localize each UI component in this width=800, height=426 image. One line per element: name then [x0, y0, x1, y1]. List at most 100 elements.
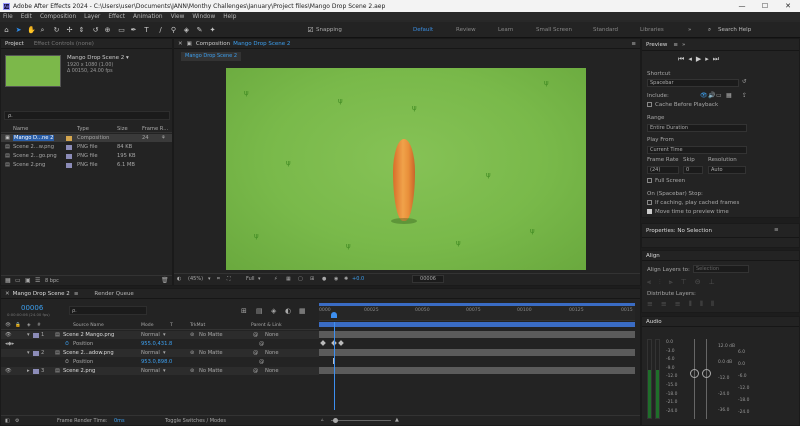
- fast-previews-icon[interactable]: ⚡: [274, 276, 278, 282]
- project-item-row[interactable]: ▤ Scene 2...w.png PNG file 84 KB: [1, 143, 172, 151]
- layer-label-color[interactable]: [33, 332, 39, 338]
- layer-name[interactable]: Scene 2.png: [63, 368, 95, 374]
- skip-input[interactable]: 0: [683, 166, 703, 174]
- project-tab[interactable]: Project: [5, 41, 24, 47]
- resolution-select[interactable]: Full: [246, 276, 255, 282]
- align-right-icon[interactable]: ⫸: [669, 278, 681, 286]
- distribute-vcenter-icon[interactable]: ≡: [661, 300, 675, 308]
- layer-matte[interactable]: No Matte: [199, 350, 223, 356]
- column-t[interactable]: T: [170, 323, 173, 328]
- new-folder-icon[interactable]: ▭: [15, 277, 21, 284]
- anchor-tool-icon[interactable]: ⊕: [104, 26, 111, 34]
- audio-slider-left[interactable]: [690, 369, 699, 378]
- visibility-icon[interactable]: 👁: [5, 332, 12, 338]
- snapping-checkbox[interactable]: ☑: [307, 26, 314, 34]
- visibility-icon[interactable]: 👁: [5, 368, 12, 374]
- layer-name[interactable]: Scene 2 Mango.png: [63, 332, 114, 338]
- eraser-tool-icon[interactable]: ◈: [183, 26, 190, 34]
- menu-composition[interactable]: Composition: [40, 14, 76, 20]
- align-top-icon[interactable]: ⊤: [681, 278, 695, 286]
- comp-flowchart-icon[interactable]: ⊞: [241, 307, 247, 315]
- timeline-tab[interactable]: Mango Drop Scene 2: [13, 291, 70, 297]
- video-icon[interactable]: 👁: [700, 92, 708, 99]
- expand-icon[interactable]: »: [682, 42, 685, 48]
- roto-brush-icon[interactable]: ✎: [196, 26, 203, 34]
- track-bar-layer-1[interactable]: [319, 331, 635, 338]
- workspace-libraries[interactable]: Libraries: [640, 27, 664, 33]
- range-select[interactable]: Entire Duration: [647, 124, 747, 132]
- chevron-down-icon[interactable]: ▾: [163, 332, 166, 338]
- track-area[interactable]: [319, 322, 635, 412]
- maximize-button[interactable]: ☐: [754, 0, 776, 12]
- distribute-hcenter-icon[interactable]: ⦀: [700, 300, 711, 308]
- layer-row-1[interactable]: 👁 ▾ 1 ▤ Scene 2 Mango.png Normal ▾ ⊚ No …: [1, 331, 319, 339]
- timeline-search-input[interactable]: ρ.: [69, 306, 147, 315]
- adjust-icon[interactable]: ☰: [35, 277, 40, 284]
- clone-tool-icon[interactable]: ⚲: [170, 26, 177, 34]
- project-item-row[interactable]: ▤ Scene 2.png PNG file 6.1 MB: [1, 161, 172, 169]
- project-item-row[interactable]: ▣ Mango D...ne 2 Composition 24 ⚘: [1, 134, 172, 142]
- cache-before-playback[interactable]: Cache Before Playback: [647, 102, 718, 108]
- layer-name[interactable]: Scene 2...adow.png: [63, 350, 114, 356]
- render-queue-tab[interactable]: Render Queue: [94, 291, 133, 297]
- snapshot-icon[interactable]: ◉: [334, 276, 338, 282]
- shy-icon[interactable]: ◈: [271, 307, 276, 315]
- checkbox[interactable]: [647, 178, 652, 183]
- work-area-bar[interactable]: [319, 303, 635, 306]
- column-size[interactable]: Size: [117, 126, 128, 132]
- guides-icon[interactable]: ⊞: [310, 276, 314, 282]
- expand-arrow-icon[interactable]: ▾: [27, 332, 30, 338]
- new-composition-icon[interactable]: ▣: [25, 277, 31, 284]
- pickwhip-icon[interactable]: @: [259, 341, 264, 347]
- composition-name[interactable]: Mango Drop Scene 2: [233, 41, 290, 47]
- search-help-input[interactable]: Search Help: [718, 27, 751, 33]
- audio-icon[interactable]: 🔊: [708, 92, 715, 99]
- layer-row-2[interactable]: ▾ 2 ▤ Scene 2...adow.png Normal ▾ ⊚ No M…: [1, 349, 319, 357]
- project-search-input[interactable]: ρ.: [4, 111, 170, 120]
- column-type[interactable]: Type: [77, 126, 89, 132]
- column-mode[interactable]: Mode: [141, 323, 154, 328]
- pen-tool-icon[interactable]: ✒: [130, 26, 137, 34]
- track-bar-layer-3[interactable]: [319, 367, 635, 374]
- zoom-slider-handle[interactable]: [333, 418, 338, 423]
- reset-icon[interactable]: ↺: [742, 79, 747, 85]
- pickwhip-icon[interactable]: @: [253, 368, 258, 374]
- exposure-value[interactable]: +0.0: [352, 276, 364, 282]
- frame-rate-select[interactable]: (24): [647, 166, 679, 174]
- matte-link-icon[interactable]: ⊚: [190, 350, 194, 356]
- checkbox[interactable]: [647, 102, 652, 107]
- distribute-bottom-icon[interactable]: ≡: [675, 300, 689, 308]
- workspace-standard[interactable]: Standard: [593, 27, 618, 33]
- full-screen[interactable]: Full Screen: [647, 178, 685, 184]
- workspace-review[interactable]: Review: [456, 27, 476, 33]
- keyframe[interactable]: [320, 340, 326, 346]
- last-frame-icon[interactable]: ⏭: [713, 55, 723, 63]
- property-row[interactable]: ⏱ Position 953.0,898.0 @: [1, 358, 319, 366]
- play-icon[interactable]: ▶: [696, 55, 705, 63]
- graph-editor-icon[interactable]: ▦: [299, 307, 306, 315]
- project-item-row[interactable]: ▤ Scene 2...go.png PNG file 195 KB: [1, 152, 172, 160]
- workspace-learn[interactable]: Learn: [498, 27, 513, 33]
- transparency-grid-icon[interactable]: ▦: [286, 276, 291, 282]
- flowchart-icon[interactable]: ⚘: [161, 135, 166, 141]
- zoom-out-icon[interactable]: ▵: [321, 417, 324, 423]
- pickwhip-icon[interactable]: @: [259, 359, 264, 365]
- align-hcenter-icon[interactable]: ⫶: [659, 278, 669, 286]
- panel-menu-icon[interactable]: ≡: [74, 291, 79, 297]
- chevron-down-icon[interactable]: ▾: [163, 368, 166, 374]
- expand-arrow-icon[interactable]: ▾: [27, 350, 30, 356]
- export-icon[interactable]: ⇪: [742, 92, 747, 99]
- chevron-down-icon[interactable]: ▾: [163, 350, 166, 356]
- switches-icon[interactable]: ⚙: [15, 418, 19, 424]
- chevron-down-icon[interactable]: ▾: [258, 276, 261, 282]
- layer-parent[interactable]: None: [265, 368, 279, 374]
- align-to-select[interactable]: Selection: [693, 265, 749, 273]
- label-color[interactable]: [66, 144, 72, 150]
- fit-icon[interactable]: ⛶: [227, 276, 231, 282]
- puppet-tool-icon[interactable]: ✦: [209, 26, 216, 34]
- region-icon[interactable]: ⌗: [217, 276, 220, 282]
- layer-matte[interactable]: No Matte: [199, 368, 223, 374]
- property-value[interactable]: 955.0,431.8: [141, 341, 172, 347]
- align-left-icon[interactable]: ⫷: [647, 278, 659, 286]
- next-frame-icon[interactable]: ▸: [705, 55, 713, 63]
